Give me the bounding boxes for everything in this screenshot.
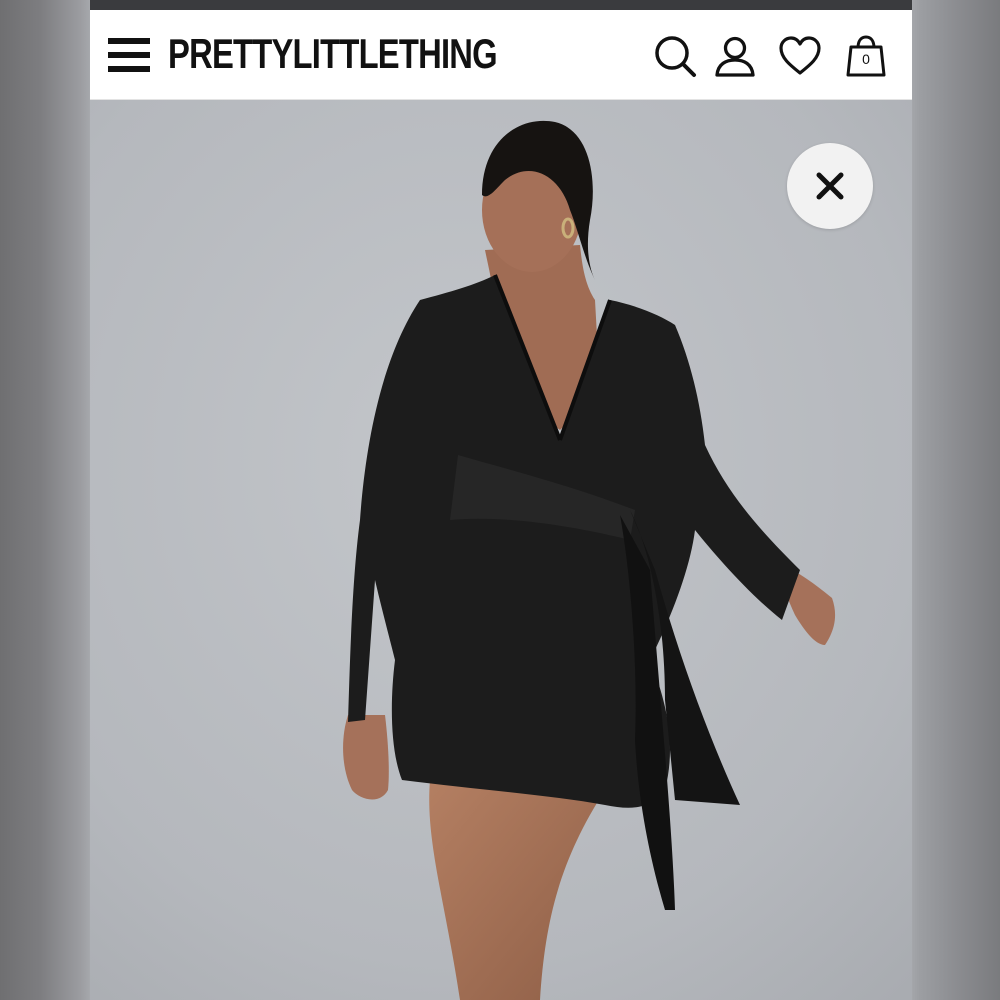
shopping-bag-icon[interactable]: 0: [844, 34, 888, 78]
user-icon[interactable]: [713, 34, 757, 78]
bag-count-badge: 0: [862, 51, 870, 67]
hamburger-menu-icon[interactable]: [108, 36, 152, 74]
heart-icon[interactable]: [778, 34, 822, 78]
brand-logo[interactable]: PRETTYLITTLETHING: [168, 30, 498, 78]
search-icon[interactable]: [653, 34, 697, 78]
close-icon: [816, 172, 844, 200]
site-header: PRETTYLITTLETHING 0: [90, 10, 912, 100]
status-bar: [90, 0, 912, 10]
close-button[interactable]: [787, 143, 873, 229]
product-page: PRETTYLITTLETHING 0: [90, 10, 912, 1000]
product-image[interactable]: [90, 100, 912, 1000]
